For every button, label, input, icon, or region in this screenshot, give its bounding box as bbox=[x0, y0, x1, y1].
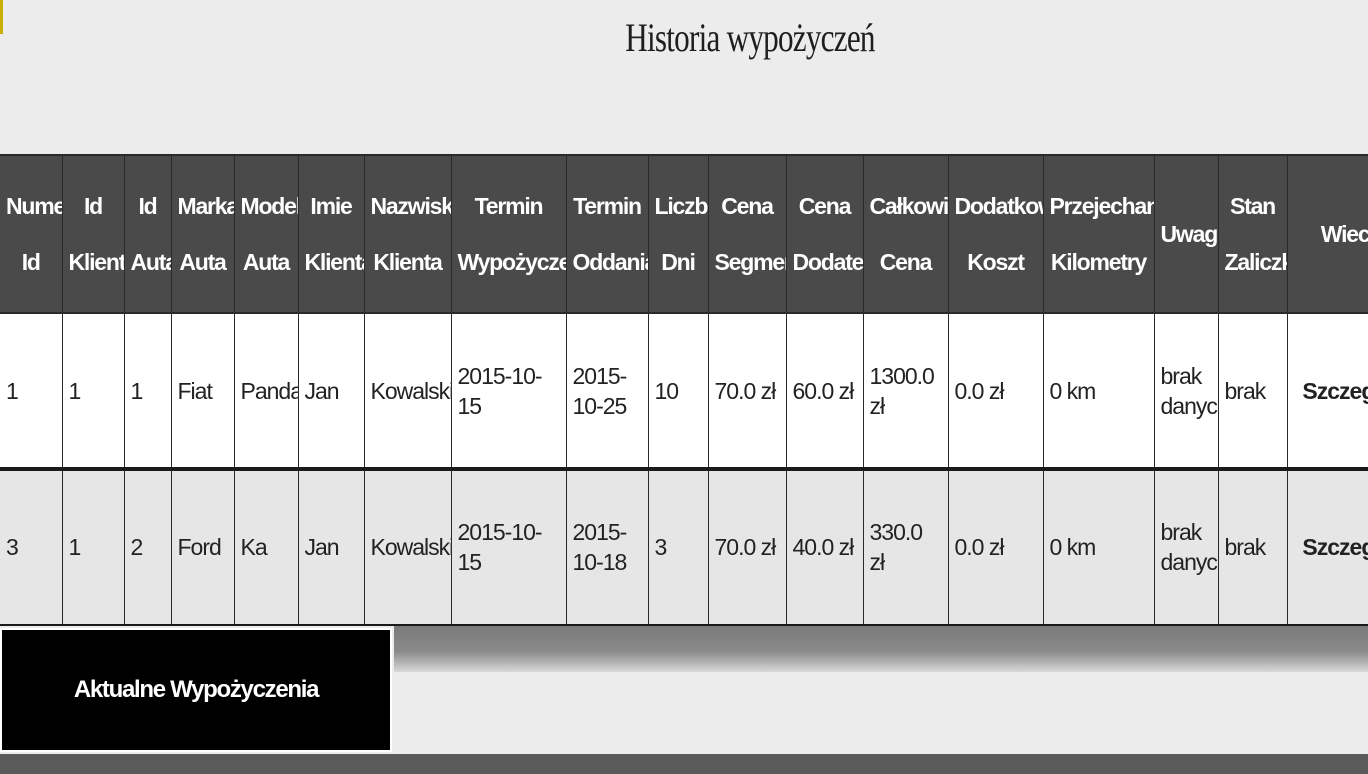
cell-cena-dodatek: 40.0 zł bbox=[786, 469, 864, 625]
cell-model-auta: Panda bbox=[234, 313, 299, 469]
cell-id-auta: 1 bbox=[124, 313, 172, 469]
col-header-termin-oddania: Termin Oddania bbox=[566, 155, 649, 313]
cell-id-auta: 2 bbox=[124, 469, 172, 625]
cell-przejechane-kilometry: 0 km bbox=[1043, 469, 1155, 625]
current-rentals-button[interactable]: Aktualne Wypożyczenia bbox=[0, 628, 392, 752]
history-table-container: NumerId IdKlienta IdAuta MarkaAuta Model… bbox=[0, 154, 1368, 626]
cell-nazwisko-klienta: Kowalski bbox=[364, 313, 452, 469]
cell-imie-klienta: Jan bbox=[298, 313, 365, 469]
col-header-wiecej: Wiecej bbox=[1287, 155, 1368, 313]
col-header-liczba-dni: LiczbaDni bbox=[648, 155, 709, 313]
details-link[interactable]: Szczegóły bbox=[1287, 469, 1368, 625]
corner-marker bbox=[0, 0, 3, 34]
cell-dodatkowy-koszt: 0.0 zł bbox=[948, 469, 1044, 625]
cell-marka-auta: Ford bbox=[171, 469, 235, 625]
cell-imie-klienta: Jan bbox=[298, 469, 365, 625]
bottom-actions-area: Aktualne Wypożyczenia bbox=[0, 626, 1368, 774]
rental-history-page: Historia wypożyczeń NumerId IdKlienta Id… bbox=[0, 0, 1368, 774]
cell-id-klienta: 1 bbox=[62, 313, 125, 469]
col-header-stan-zaliczki: StanZaliczki bbox=[1218, 155, 1288, 313]
col-header-cena-dodatek: CenaDodatek bbox=[786, 155, 864, 313]
details-link[interactable]: Szczegóły bbox=[1287, 313, 1368, 469]
cell-numer-id: 3 bbox=[0, 469, 63, 625]
cell-stan-zaliczki: brak bbox=[1218, 313, 1288, 469]
cell-calkowita-cena: 330.0 zł bbox=[863, 469, 949, 625]
table-row: 3 1 2 Ford Ka Jan Kowalski 2015-10-15 20… bbox=[0, 469, 1368, 625]
col-header-calkowita-cena: CałkowitaCena bbox=[863, 155, 949, 313]
cell-termin-wypozyczenia: 2015-10-15 bbox=[451, 313, 567, 469]
cell-przejechane-kilometry: 0 km bbox=[1043, 313, 1155, 469]
cell-termin-oddania: 2015-10-18 bbox=[566, 469, 649, 625]
title-bar: Historia wypożyczeń bbox=[0, 0, 1368, 154]
cell-nazwisko-klienta: Kowalski bbox=[364, 469, 452, 625]
cell-termin-oddania: 2015-10-25 bbox=[566, 313, 649, 469]
cell-stan-zaliczki: brak bbox=[1218, 469, 1288, 625]
col-header-numer-id: NumerId bbox=[0, 155, 63, 313]
col-header-uwagi: Uwagi bbox=[1154, 155, 1219, 313]
col-header-model-auta: Model Auta bbox=[234, 155, 299, 313]
cell-model-auta: Ka bbox=[234, 469, 299, 625]
col-header-cena-segment: CenaSegment bbox=[708, 155, 787, 313]
history-table: NumerId IdKlienta IdAuta MarkaAuta Model… bbox=[0, 154, 1368, 626]
table-header-row: NumerId IdKlienta IdAuta MarkaAuta Model… bbox=[0, 155, 1368, 313]
cell-uwagi: brak danych bbox=[1154, 469, 1219, 625]
footer-strip bbox=[0, 754, 1368, 774]
cell-cena-dodatek: 60.0 zł bbox=[786, 313, 864, 469]
cell-numer-id: 1 bbox=[0, 313, 63, 469]
page-title: Historia wypożyczeń bbox=[625, 15, 875, 60]
table-row: 1 1 1 Fiat Panda Jan Kowalski 2015-10-15… bbox=[0, 313, 1368, 469]
cell-id-klienta: 1 bbox=[62, 469, 125, 625]
col-header-termin-wypozyczenia: TerminWypożyczenia bbox=[451, 155, 567, 313]
col-header-id-auta: IdAuta bbox=[124, 155, 172, 313]
cell-cena-segment: 70.0 zł bbox=[708, 469, 787, 625]
col-header-imie-klienta: ImieKlienta bbox=[298, 155, 365, 313]
cell-dodatkowy-koszt: 0.0 zł bbox=[948, 313, 1044, 469]
col-header-nazwisko-klienta: NazwiskoKlienta bbox=[364, 155, 452, 313]
col-header-przejechane-kilometry: PrzejechaneKilometry bbox=[1043, 155, 1155, 313]
col-header-marka-auta: Marka Auta bbox=[171, 155, 235, 313]
cell-cena-segment: 70.0 zł bbox=[708, 313, 787, 469]
cell-liczba-dni: 3 bbox=[648, 469, 709, 625]
cell-marka-auta: Fiat bbox=[171, 313, 235, 469]
cell-termin-wypozyczenia: 2015-10-15 bbox=[451, 469, 567, 625]
cell-liczba-dni: 10 bbox=[648, 313, 709, 469]
shadow-divider bbox=[394, 626, 1368, 672]
col-header-id-klienta: IdKlienta bbox=[62, 155, 125, 313]
cell-uwagi: brak danych bbox=[1154, 313, 1219, 469]
cell-calkowita-cena: 1300.0 zł bbox=[863, 313, 949, 469]
col-header-dodatkowy-koszt: DodatkowyKoszt bbox=[948, 155, 1044, 313]
